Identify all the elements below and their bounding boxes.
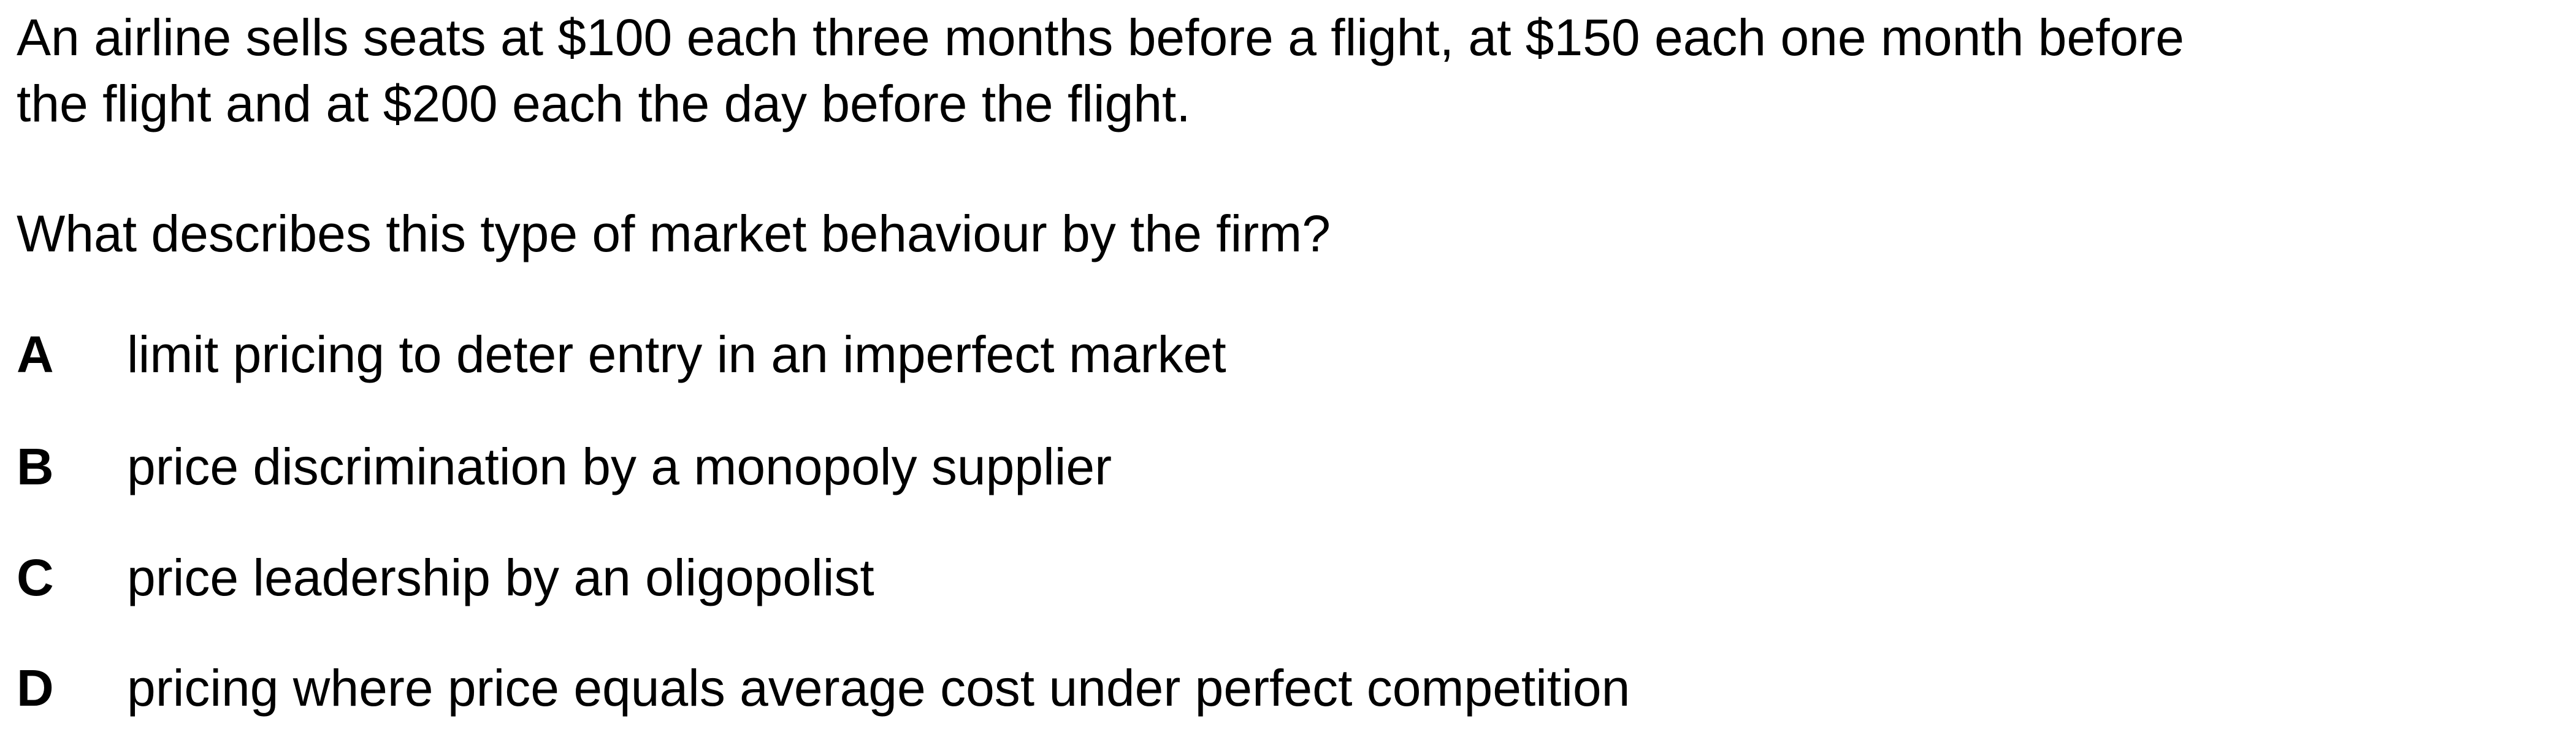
option-letter: A [17,326,54,383]
option-text: pricing where price equals average cost … [127,659,1630,717]
question-prompt: What describes this type of market behav… [17,205,1331,262]
option-letter: C [17,549,54,606]
option-text: limit pricing to deter entry in an imper… [127,326,1226,383]
question-stem-line-2: the flight and at $200 each the day befo… [17,75,1191,132]
option-text: price discrimination by a monopoly suppl… [127,438,1112,495]
option-text: price leadership by an oligopolist [127,549,874,606]
question-stem-line-1: An airline sells seats at $100 each thre… [17,9,2184,66]
option-letter: B [17,438,54,495]
option-letter: D [17,659,54,717]
